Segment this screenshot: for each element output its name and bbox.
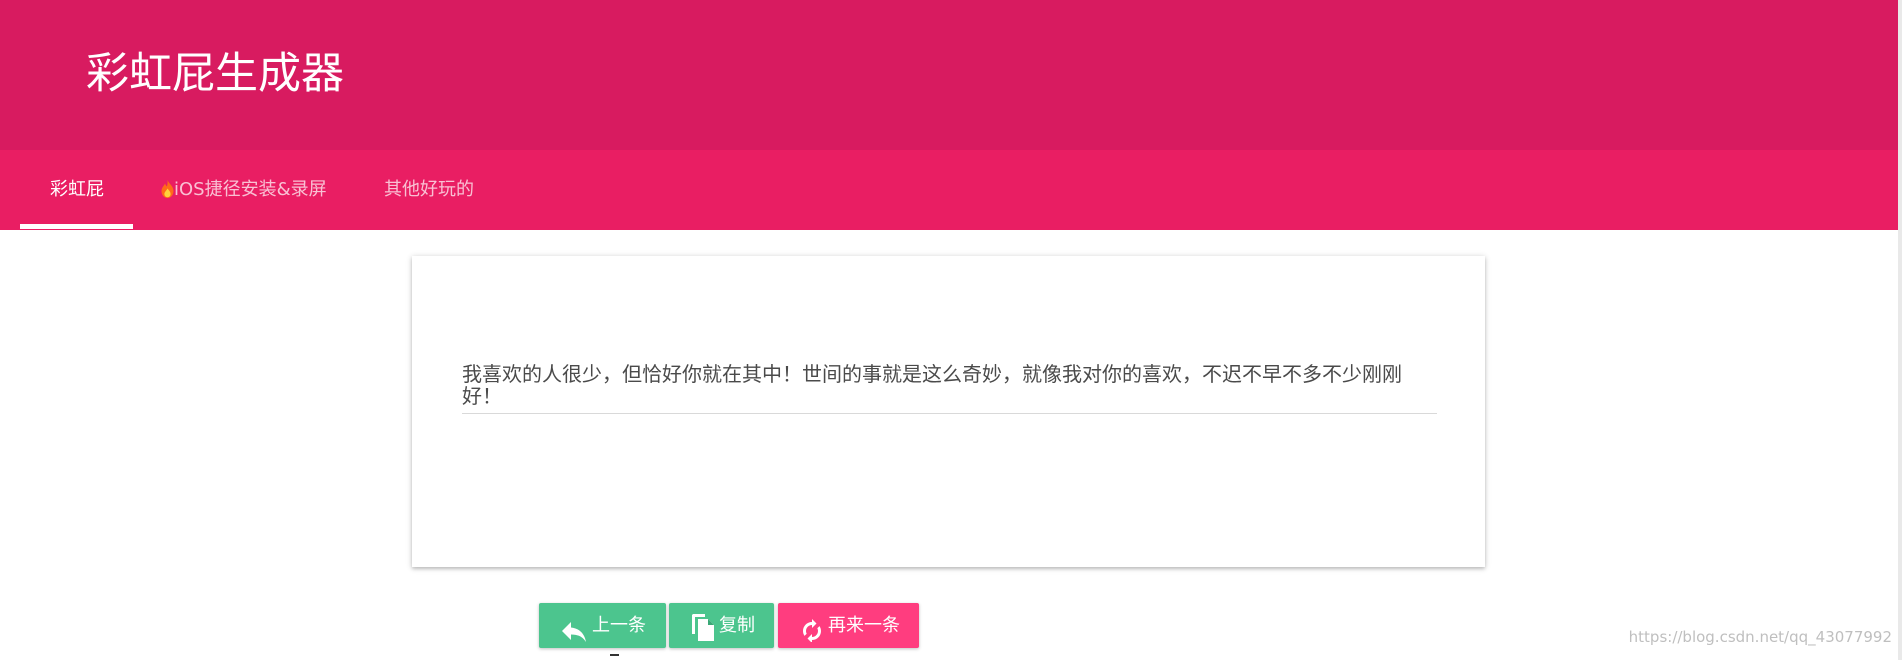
copy-icon (691, 613, 715, 648)
refresh-icon (800, 614, 824, 648)
tab-bar: 彩虹屁 iOS捷径安装&录屏 其他好玩的 (0, 150, 1898, 230)
copy-button[interactable]: 复制 (669, 603, 774, 648)
tab-label: iOS捷径安装&录屏 (174, 179, 327, 200)
previous-button[interactable]: 上一条 (539, 603, 666, 648)
tab-ios-shortcut[interactable]: iOS捷径安装&录屏 (161, 150, 327, 230)
tab-other-fun[interactable]: 其他好玩的 (384, 150, 474, 230)
page-scrollbar[interactable] (1898, 0, 1902, 660)
text-cursor (610, 654, 619, 656)
compliment-card: 我喜欢的人很少，但恰好你就在其中！世间的事就是这么奇妙，就像我对你的喜欢，不迟不… (412, 256, 1485, 567)
previous-button-label: 上一条 (592, 615, 646, 636)
reply-arrow-icon (561, 615, 587, 648)
tab-label: 其他好玩的 (384, 179, 474, 200)
tab-label: 彩虹屁 (50, 179, 104, 200)
fire-icon (161, 153, 174, 198)
next-button-label: 再来一条 (828, 615, 900, 636)
app-header: 彩虹屁生成器 (0, 0, 1898, 150)
watermark: https://blog.csdn.net/qq_43077992 (1628, 628, 1892, 646)
tab-rainbow-fart[interactable]: 彩虹屁 (50, 150, 104, 230)
copy-button-label: 复制 (719, 615, 755, 636)
active-tab-indicator (20, 224, 133, 229)
text-divider (462, 413, 1437, 414)
next-button[interactable]: 再来一条 (778, 603, 919, 648)
app-title: 彩虹屁生成器 (86, 49, 344, 99)
compliment-text: 我喜欢的人很少，但恰好你就在其中！世间的事就是这么奇妙，就像我对你的喜欢，不迟不… (462, 362, 1402, 408)
